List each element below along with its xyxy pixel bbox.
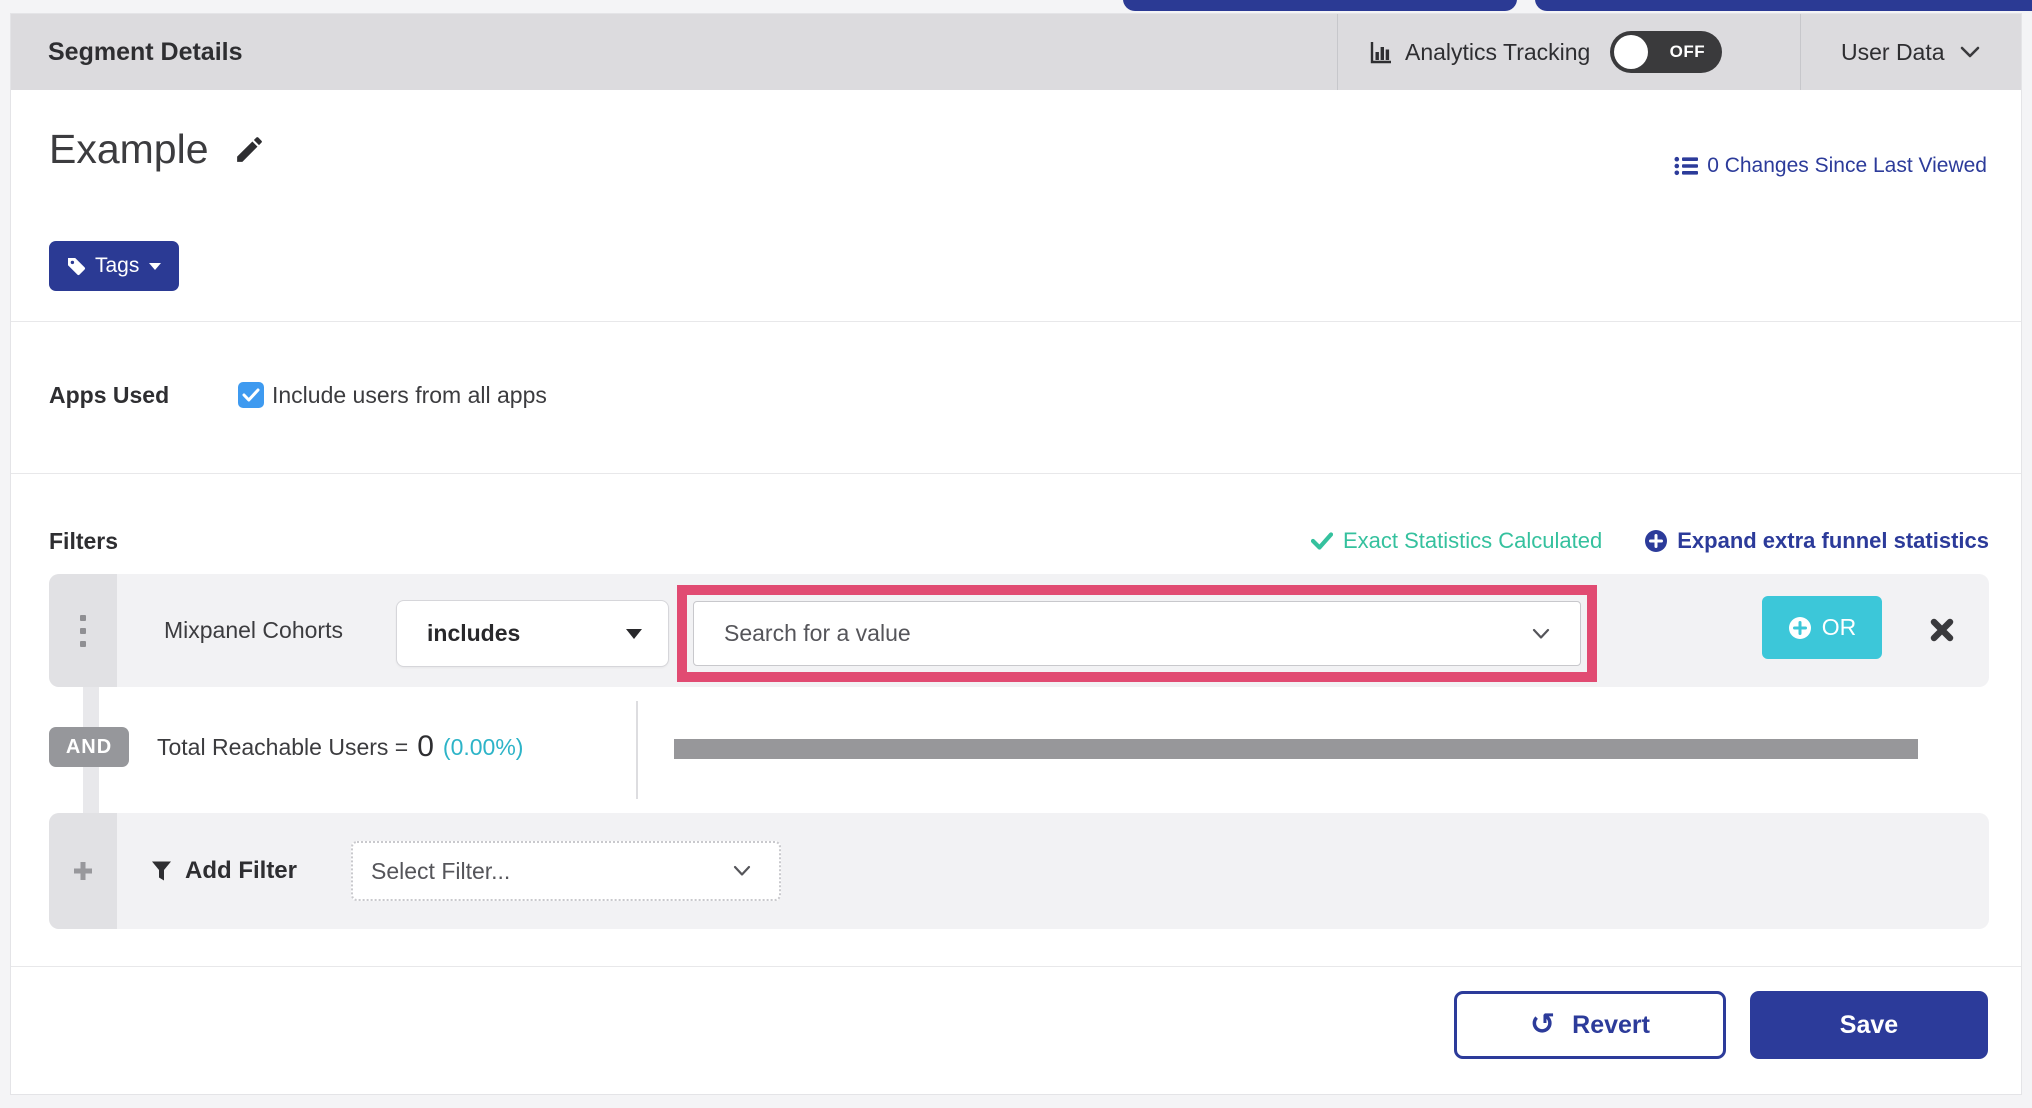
save-button-label: Save [1839,1010,1899,1039]
bar-chart-icon [1367,39,1394,66]
drag-dot-icon [80,627,86,634]
expand-funnel-statistics-label: Expand extra funnel statistics [1677,528,1989,553]
pencil-icon[interactable] [233,133,266,166]
reachable-users-bar [674,739,1918,759]
analytics-tracking-toggle[interactable]: OFF [1610,31,1723,73]
topbar-divider [1337,14,1338,90]
chevron-down-icon [1960,46,1980,59]
tags-dropdown-button[interactable]: Tags [49,241,180,291]
apps-used-row: Apps Used Include users from all apps [49,366,547,424]
top-cropped-button-left[interactable] [1123,0,1517,11]
analytics-tracking-label: Analytics Tracking [1405,38,1591,65]
reachable-users-value: 0 [417,730,434,763]
caret-down-icon [625,627,643,640]
topbar: Segment Details Analytics Tracking OFF U… [11,14,2021,90]
toggle-state-label: OFF [1669,42,1706,61]
tag-icon [66,256,86,276]
analytics-tracking-control: Analytics Tracking OFF [1367,14,1723,90]
segment-details-page: Segment Details Analytics Tracking OFF U… [0,0,2032,1108]
select-filter-dropdown[interactable]: Select Filter... [351,841,781,901]
save-button[interactable]: Save [1750,991,1988,1059]
apps-used-label: Apps Used [49,381,170,408]
plus-circle-icon [1788,616,1812,640]
funnel-icon [151,860,172,882]
include-all-apps-checkbox[interactable] [238,382,264,408]
plus-icon [71,859,95,883]
caret-down-icon [148,261,162,271]
expand-funnel-statistics-link[interactable]: Expand extra funnel statistics [1644,528,1989,554]
filter-row: Mixpanel Cohorts includes Search for a v… [49,574,1989,687]
filter-operator-dropdown[interactable]: includes [396,600,669,667]
add-filter-handle [49,813,117,929]
filter-field-label: Mixpanel Cohorts [164,617,343,643]
segment-name: Example [49,126,209,172]
add-filter-row: Add Filter Select Filter... [49,813,1989,929]
add-or-condition-button[interactable]: OR [1762,596,1882,659]
select-filter-placeholder: Select Filter... [371,857,511,884]
total-reachable-users: Total Reachable Users = 0 (0.00%) [157,719,523,775]
chevron-down-icon [733,865,751,877]
revert-button[interactable]: ↺ Revert [1454,991,1726,1059]
exact-statistics-label: Exact Statistics Calculated [1343,528,1603,553]
page-title: Segment Details [48,37,243,66]
drag-dot-icon [80,640,86,647]
filters-header: Filters Exact Statistics Calculated Expa… [49,519,1989,563]
exact-statistics-status: Exact Statistics Calculated [1311,528,1602,554]
user-data-dropdown[interactable]: User Data [1841,14,1980,90]
filter-value-placeholder: Search for a value [724,620,911,646]
changes-since-last-viewed-link[interactable]: 0 Changes Since Last Viewed [1674,154,1987,178]
reachable-users-percent: (0.00%) [442,733,524,760]
filters-title: Filters [49,527,119,554]
section-divider [11,321,2021,322]
reachable-users-label: Total Reachable Users = [157,733,409,760]
stats-divider [636,701,638,799]
check-icon [1311,532,1333,550]
and-badge: AND [49,727,129,767]
changes-link-label: 0 Changes Since Last Viewed [1707,154,1987,177]
filter-operator-value: includes [427,620,521,646]
section-divider [11,473,2021,474]
drag-handle[interactable] [49,574,117,687]
or-button-label: OR [1821,614,1857,640]
tags-button-label: Tags [95,254,140,277]
drag-dot-icon [80,614,86,621]
top-cropped-button-right[interactable] [1535,0,2032,11]
revert-button-label: Revert [1572,1010,1650,1039]
add-filter-label-group: Add Filter [151,813,297,929]
revert-icon: ↺ [1530,1007,1556,1042]
segment-name-row: Example [49,126,266,173]
remove-filter-button[interactable] [1929,617,1955,643]
section-divider [11,966,2021,967]
segment-details-card: Segment Details Analytics Tracking OFF U… [10,13,2022,1095]
toggle-knob [1614,35,1649,69]
include-all-apps-label: Include users from all apps [272,381,547,408]
user-data-label: User Data [1841,38,1945,65]
list-icon [1674,156,1699,176]
add-filter-label: Add Filter [185,857,297,884]
chevron-down-icon [1532,628,1550,640]
topbar-divider [1800,14,1801,90]
filter-value-select[interactable]: Search for a value [693,601,1581,666]
plus-circle-icon [1644,529,1668,553]
highlight-annotation-box: Search for a value [677,585,1597,682]
